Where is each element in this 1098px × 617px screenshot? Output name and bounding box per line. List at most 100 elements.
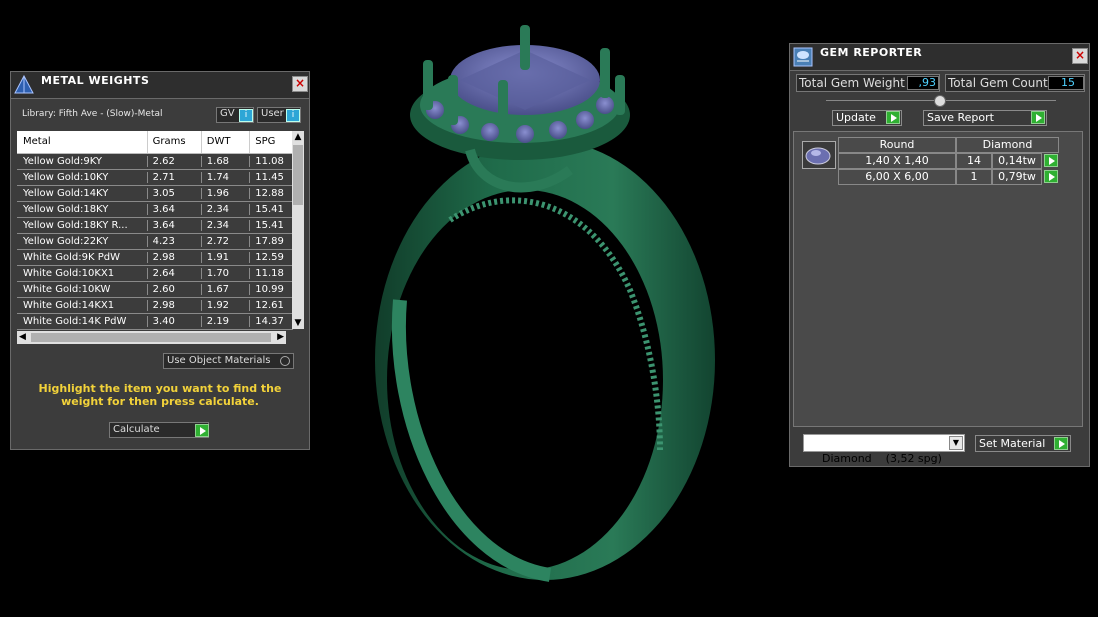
gem-thumbnail[interactable] <box>802 141 836 169</box>
table-row[interactable]: Yellow Gold:22KY 4.23 2.72 17.89 <box>17 234 293 250</box>
total-gem-weight-number: ,93 <box>918 76 937 89</box>
slider-thumb[interactable] <box>934 95 946 107</box>
cell-metal: White Gold:14KX1 <box>17 300 148 311</box>
metal-table: Metal Grams DWT SPG Yellow Gold:9KY 2.62 1… <box>17 131 293 331</box>
cell-grams: 2.98 <box>148 300 202 311</box>
gv-info-icon[interactable]: i <box>239 109 253 122</box>
gem-size-2[interactable]: 6,00 X 6,00 <box>838 169 956 185</box>
table-row[interactable]: White Gold:14K PdW 3.40 2.19 14.37 <box>17 314 293 330</box>
table-row[interactable]: White Gold:10KW 2.60 1.67 10.99 <box>17 282 293 298</box>
gem-size-1[interactable]: 1,40 X 1,40 <box>838 153 956 169</box>
cell-grams: 3.64 <box>148 220 202 231</box>
cell-spg: 11.45 <box>255 172 284 183</box>
scroll-thumb[interactable] <box>293 145 303 205</box>
gem-weight-1: 0,14tw <box>992 153 1042 169</box>
table-row[interactable]: Yellow Gold:10KY 2.71 1.74 11.45 <box>17 170 293 186</box>
gem-1-play-icon[interactable] <box>1044 154 1058 167</box>
metal-weights-panel: METAL WEIGHTS × Library: Fifth Ave - (Sl… <box>10 71 310 450</box>
gem-reporter-panel: GEM REPORTER × Total Gem Weight ,93 Tota… <box>789 43 1090 467</box>
calculate-play-icon[interactable] <box>195 424 209 437</box>
save-report-button[interactable]: Save Report <box>923 110 1047 126</box>
update-play-icon[interactable] <box>886 111 900 124</box>
material-select-value: Diamond (3,52 spg) <box>822 452 942 465</box>
cell-metal: Yellow Gold:9KY <box>17 156 148 167</box>
table-row[interactable]: White Gold:9K PdW 2.98 1.91 12.59 <box>17 250 293 266</box>
scroll-thumb-h[interactable] <box>31 333 271 342</box>
scroll-up-icon[interactable]: ▲ <box>292 131 304 143</box>
shape-header: Round <box>838 137 956 153</box>
cell-grams: 2.64 <box>148 268 202 279</box>
table-row[interactable]: Yellow Gold:9KY 2.62 1.68 11.08 <box>17 154 293 170</box>
cell-metal: White Gold:9K PdW <box>17 252 148 263</box>
library-label: Library: Fifth Ave - (Slow)-Metal <box>22 109 163 119</box>
cell-dwt: 1.68 <box>202 156 251 167</box>
report-slider[interactable] <box>826 95 1056 107</box>
cell-metal: Yellow Gold:22KY <box>17 236 148 247</box>
cell-metal: Yellow Gold:18KY R... <box>17 220 148 231</box>
scroll-right-icon[interactable]: ▶ <box>277 331 284 344</box>
ring-model <box>375 25 715 582</box>
col-grams[interactable]: Grams <box>148 131 202 153</box>
horizontal-scrollbar[interactable]: ◀ ▶ <box>17 331 286 344</box>
cell-dwt: 2.72 <box>202 236 251 247</box>
cell-metal: Yellow Gold:10KY <box>17 172 148 183</box>
calculate-label: Calculate <box>113 424 160 435</box>
chevron-down-icon[interactable]: ▼ <box>949 436 963 450</box>
table-row[interactable]: White Gold:14KX1 2.98 1.92 12.61 <box>17 298 293 314</box>
gv-label: GV <box>220 108 235 119</box>
cell-dwt: 2.34 <box>202 204 251 215</box>
set-material-label: Set Material <box>979 437 1046 450</box>
gem-reporter-titlebar[interactable]: GEM REPORTER × <box>790 44 1089 71</box>
col-metal[interactable]: Metal <box>17 131 148 153</box>
scroll-left-icon[interactable]: ◀ <box>19 331 26 344</box>
use-object-materials-label: Use Object Materials <box>167 355 271 366</box>
scroll-down-icon[interactable]: ▼ <box>292 317 304 329</box>
gem-count-2: 1 <box>956 169 992 185</box>
cell-spg: 12.59 <box>255 252 284 263</box>
cell-spg: 15.41 <box>255 204 284 215</box>
update-label: Update <box>836 111 876 124</box>
table-row[interactable]: Yellow Gold:14KY 3.05 1.96 12.88 <box>17 186 293 202</box>
total-gem-weight-label: Total Gem Weight <box>799 76 905 90</box>
col-dwt[interactable]: DWT <box>202 131 251 153</box>
vertical-scrollbar[interactable]: ▲ ▼ <box>292 131 304 329</box>
cell-metal: White Gold:14K PdW <box>17 316 148 327</box>
cell-metal: White Gold:10KX1 <box>17 268 148 279</box>
cell-metal: Yellow Gold:18KY <box>17 204 148 215</box>
cell-spg: 10.99 <box>255 284 284 295</box>
cell-metal: White Gold:10KW <box>17 284 148 295</box>
cell-spg: 12.61 <box>255 300 284 311</box>
cell-dwt: 1.70 <box>202 268 251 279</box>
material-header: Diamond <box>956 137 1059 153</box>
gem-reporter-title: GEM REPORTER <box>820 46 923 59</box>
cell-grams: 4.23 <box>148 236 202 247</box>
table-row[interactable]: Yellow Gold:18KY R... 3.64 2.34 15.41 <box>17 218 293 234</box>
save-report-play-icon[interactable] <box>1031 111 1045 124</box>
close-icon[interactable]: × <box>1072 48 1088 64</box>
radio-icon <box>280 356 290 366</box>
col-spg[interactable]: SPG <box>250 131 293 153</box>
table-row[interactable]: Yellow Gold:18KY 3.64 2.34 15.41 <box>17 202 293 218</box>
cell-spg: 12.88 <box>255 188 284 199</box>
user-info-icon[interactable]: i <box>286 109 300 122</box>
total-gem-count-value: 15 <box>1048 76 1084 90</box>
total-gem-weight-value: ,93 <box>907 76 939 90</box>
table-row[interactable]: White Gold:10KX1 2.64 1.70 11.18 <box>17 266 293 282</box>
metal-weights-titlebar[interactable]: METAL WEIGHTS × <box>11 72 309 99</box>
use-object-materials-toggle[interactable]: Use Object Materials <box>163 353 294 369</box>
ring-viewport[interactable] <box>330 0 770 613</box>
calculate-button[interactable]: Calculate <box>109 422 209 438</box>
metal-table-header: Metal Grams DWT SPG <box>17 131 293 154</box>
cell-dwt: 1.74 <box>202 172 251 183</box>
metal-table-body: Yellow Gold:9KY 2.62 1.68 11.08 Yellow Gold… <box>17 154 293 330</box>
gem-count-1: 14 <box>956 153 992 169</box>
save-report-label: Save Report <box>927 111 994 124</box>
close-icon[interactable]: × <box>292 76 308 92</box>
cell-spg: 11.18 <box>255 268 284 279</box>
material-select[interactable]: Diamond (3,52 spg) ▼ <box>803 434 965 465</box>
cell-dwt: 1.92 <box>202 300 251 311</box>
cell-grams: 2.98 <box>148 252 202 263</box>
set-material-play-icon[interactable] <box>1054 437 1068 450</box>
cell-grams: 3.40 <box>148 316 202 327</box>
gem-2-play-icon[interactable] <box>1044 170 1058 183</box>
